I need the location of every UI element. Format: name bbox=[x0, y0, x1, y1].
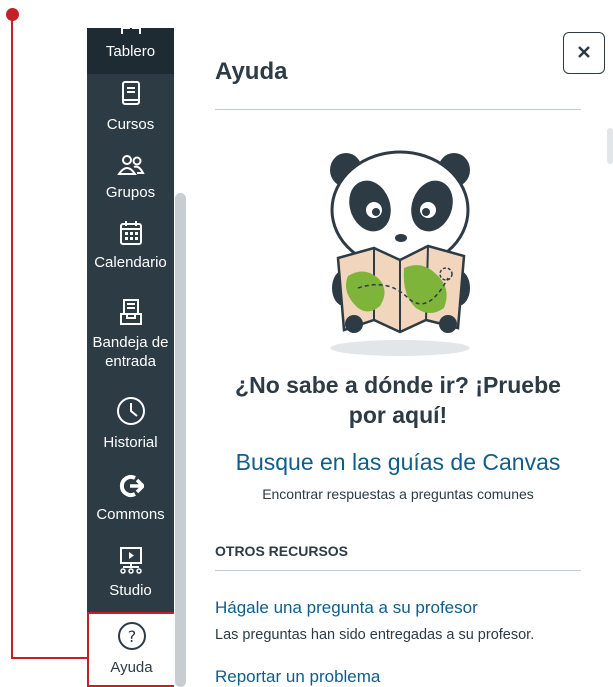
nav-item-calendar[interactable]: Calendario bbox=[87, 220, 174, 272]
nav-item-commons[interactable]: Commons bbox=[87, 474, 174, 524]
help-icon: ? bbox=[89, 621, 174, 656]
dashboard-icon bbox=[119, 22, 143, 34]
svg-text:?: ? bbox=[127, 627, 136, 646]
studio-icon bbox=[87, 546, 174, 579]
help-headline: ¿No sabe a dónde ir? ¡Pruebe por aquí! bbox=[235, 372, 561, 428]
calendar-icon bbox=[87, 220, 174, 251]
nav-item-dashboard[interactable]: Tablero bbox=[87, 24, 174, 74]
report-problem-link[interactable]: Reportar un problema bbox=[215, 667, 380, 687]
panda-map-illustration bbox=[330, 150, 470, 356]
nav-label-studio: Studio bbox=[109, 582, 152, 599]
nav-label-inbox: Bandeja de entrada bbox=[92, 334, 169, 370]
history-icon bbox=[87, 396, 174, 431]
ask-instructor-description: Las preguntas han sido entregadas a su p… bbox=[215, 627, 535, 643]
nav-item-inbox[interactable]: Bandeja de entrada bbox=[87, 298, 174, 371]
nav-label-calendar: Calendario bbox=[94, 254, 167, 271]
annotation-line-horizontal bbox=[11, 657, 89, 659]
ask-instructor-link[interactable]: Hágale una pregunta a su profesor bbox=[215, 598, 478, 618]
nav-item-history[interactable]: Historial bbox=[87, 396, 174, 452]
tray-scrollbar[interactable] bbox=[607, 128, 613, 164]
nav-item-help[interactable]: ? Ayuda bbox=[87, 612, 174, 687]
nav-label-courses: Cursos bbox=[106, 116, 155, 133]
nav-scrollbar[interactable] bbox=[175, 193, 186, 687]
commons-icon bbox=[87, 474, 174, 503]
global-navigation: Tablero Cursos Grupos Calendario Bandeja… bbox=[87, 24, 174, 687]
tray-divider-resources bbox=[215, 570, 581, 571]
nav-item-studio[interactable]: Studio bbox=[87, 546, 174, 600]
nav-label-help: Ayuda bbox=[110, 659, 153, 676]
tray-title: Ayuda bbox=[215, 58, 288, 85]
tray-divider-top bbox=[215, 109, 581, 110]
search-guides-link[interactable]: Busque en las guías de Canvas bbox=[215, 449, 581, 476]
nav-label-commons: Commons bbox=[96, 506, 165, 523]
nav-label-dashboard: Tablero bbox=[105, 43, 156, 60]
close-icon bbox=[577, 45, 591, 62]
other-resources-heading: OTROS RECURSOS bbox=[215, 543, 349, 559]
courses-icon bbox=[87, 80, 174, 113]
nav-label-history: Historial bbox=[103, 434, 158, 451]
nav-item-groups[interactable]: Grupos bbox=[87, 154, 174, 202]
close-button[interactable] bbox=[563, 32, 605, 74]
annotation-line-vertical bbox=[11, 18, 13, 658]
nav-item-courses[interactable]: Cursos bbox=[87, 80, 174, 134]
inbox-icon bbox=[87, 298, 174, 331]
nav-label-groups: Grupos bbox=[105, 184, 156, 201]
search-guides-description: Encontrar respuestas a preguntas comunes bbox=[262, 486, 534, 502]
groups-icon bbox=[87, 154, 174, 181]
